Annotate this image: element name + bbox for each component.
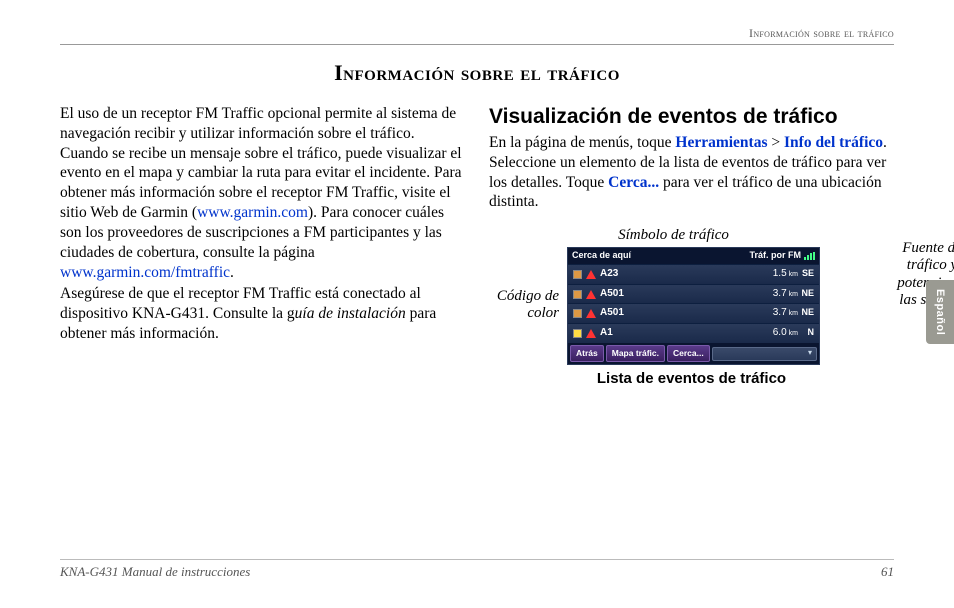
instructions-paragraph: En la página de menús, toque Herramienta… — [489, 133, 894, 212]
right-column: Visualización de eventos de tráfico En l… — [489, 104, 894, 388]
warning-icon — [586, 270, 596, 279]
road-label: A23 — [600, 268, 618, 281]
callout-symbol: Símbolo de tráfico — [471, 226, 876, 245]
distance-value: 1.5 — [773, 268, 787, 281]
intro-paragraph: El uso de un receptor FM Traffic opciona… — [60, 104, 465, 282]
direction: NE — [800, 288, 814, 300]
page-title: Información sobre el tráfico — [60, 60, 894, 86]
setup-paragraph: Asegúrese de que el receptor FM Traffic … — [60, 284, 465, 343]
near-button[interactable]: Cerca... — [667, 345, 710, 362]
distance-value: 3.7 — [773, 288, 787, 301]
traffic-row[interactable]: A501 3.7kmNE — [568, 284, 819, 304]
device-screenshot: Cerca de aquí Tráf. por FM A231.5kmSEA50… — [567, 247, 820, 365]
text: . — [230, 264, 234, 281]
distance-unit: km — [789, 330, 798, 339]
warning-icon — [586, 309, 596, 318]
left-column: El uso de un receptor FM Traffic opciona… — [60, 104, 465, 388]
text: > — [768, 134, 785, 151]
traffic-row[interactable]: A1 6.0kmN — [568, 323, 819, 343]
signal-icon — [804, 252, 815, 260]
garmin-link[interactable]: www.garmin.com — [197, 204, 308, 221]
direction: NE — [800, 307, 814, 319]
color-code-box — [573, 329, 582, 338]
traffic-row[interactable]: A501 3.7kmNE — [568, 303, 819, 323]
menu-near: Cerca... — [608, 174, 659, 191]
running-header: Información sobre el tráfico — [749, 26, 894, 41]
road-label: A1 — [600, 327, 613, 340]
color-code-box — [573, 309, 582, 318]
distance-unit: km — [789, 310, 798, 319]
title-right: Tráf. por FM — [750, 250, 802, 262]
menu-traffic-info: Info del tráfico — [784, 134, 883, 151]
direction: SE — [800, 268, 814, 280]
device-titlebar: Cerca de aquí Tráf. por FM — [568, 248, 819, 264]
fmtraffic-link[interactable]: www.garmin.com/fmtraffic — [60, 264, 230, 281]
distance-value: 3.7 — [773, 307, 787, 320]
road-label: A501 — [600, 288, 624, 301]
title-left: Cerca de aquí — [572, 250, 631, 262]
color-code-box — [573, 290, 582, 299]
road-label: A501 — [600, 307, 624, 320]
color-code-box — [573, 270, 582, 279]
distance-value: 6.0 — [773, 327, 787, 340]
device-figure: Símbolo de tráfico Código de color Fuent… — [489, 226, 894, 388]
direction: N — [800, 327, 814, 339]
language-tab[interactable]: Español — [926, 280, 954, 344]
page-footer: KNA-G431 Manual de instrucciones 61 — [60, 559, 894, 580]
back-button[interactable]: Atrás — [570, 345, 604, 362]
section-heading: Visualización de eventos de tráfico — [489, 104, 894, 131]
text: En la página de menús, toque — [489, 134, 675, 151]
guide-emphasis: uía de instalación — [295, 305, 406, 322]
page-number: 61 — [881, 564, 894, 580]
distance-unit: km — [789, 271, 798, 280]
warning-icon — [586, 329, 596, 338]
footer-title: KNA-G431 Manual de instrucciones — [60, 564, 250, 580]
callout-list: Lista de eventos de tráfico — [489, 369, 894, 388]
dropdown-selector[interactable] — [712, 347, 817, 361]
traffic-row[interactable]: A23 1.5kmSE — [568, 264, 819, 284]
distance-unit: km — [789, 291, 798, 300]
language-tab-label: Español — [934, 289, 946, 335]
device-button-bar: Atrás Mapa tráfic. Cerca... — [568, 343, 819, 364]
header-rule — [60, 44, 894, 45]
callout-colorcode: Código de color — [477, 288, 559, 323]
warning-icon — [586, 290, 596, 299]
traffic-map-button[interactable]: Mapa tráfic. — [606, 345, 665, 362]
menu-tools: Herramientas — [675, 134, 767, 151]
